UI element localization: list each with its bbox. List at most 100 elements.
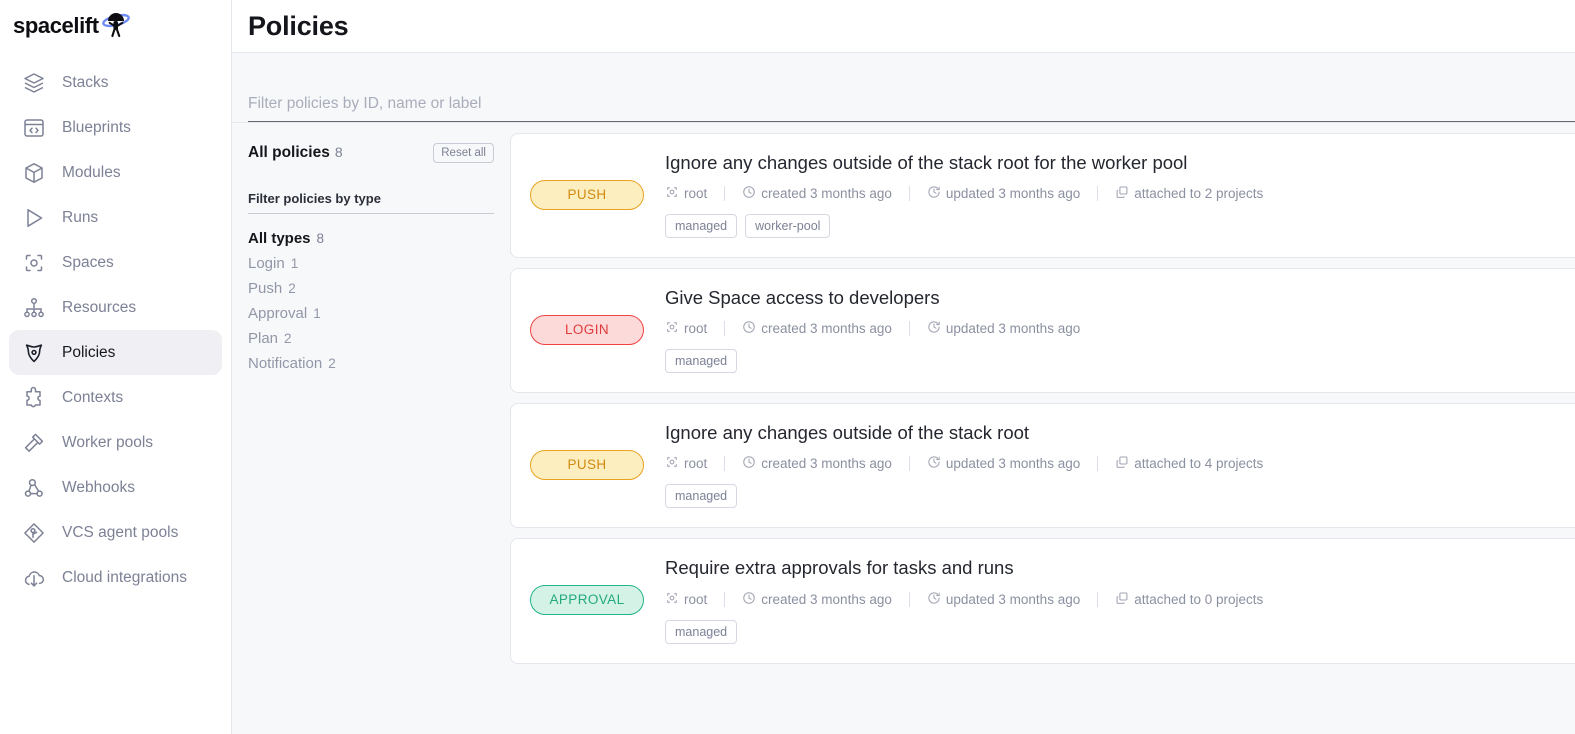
meta-separator: [724, 592, 725, 607]
policy-title[interactable]: Ignore any changes outside of the stack …: [665, 421, 1575, 444]
meta-separator: [1097, 456, 1098, 471]
policy-card[interactable]: APPROVAL Require extra approvals for task…: [510, 538, 1575, 663]
hammer-icon: [21, 430, 47, 456]
app-root: spacelift Stacks: [0, 0, 1575, 734]
stacks-icon: [21, 70, 47, 96]
policy-updated-text: updated 3 months ago: [946, 456, 1080, 471]
sidebar-item-label: Blueprints: [62, 119, 131, 137]
spaces-icon: [21, 250, 47, 276]
sidebar-item-policies[interactable]: Policies: [9, 330, 222, 375]
filter-title: All policies: [248, 144, 330, 161]
policy-tag[interactable]: managed: [665, 214, 737, 238]
clock-icon: [742, 455, 761, 472]
filter-type-label: All types: [248, 230, 311, 247]
policy-created: created 3 months ago: [742, 320, 892, 337]
sidebar-item-resources[interactable]: Resources: [9, 285, 222, 330]
space-target-icon: [665, 320, 684, 337]
content-body: All policies8 Reset all Filter policies …: [232, 123, 1575, 734]
filter-type-label: Approval: [248, 305, 307, 322]
policy-card[interactable]: LOGIN Give Space access to developersroot…: [510, 268, 1575, 393]
filter-type-count: 2: [288, 281, 296, 296]
sidebar-item-contexts[interactable]: Contexts: [9, 375, 222, 420]
all-policies-label: All policies 8: [248, 144, 343, 162]
policy-space-text: root: [684, 456, 707, 471]
policy-tag[interactable]: managed: [665, 349, 737, 373]
policy-created-text: created 3 months ago: [761, 321, 892, 336]
policy-tag[interactable]: managed: [665, 484, 737, 508]
filter-type-approval[interactable]: Approval 1: [248, 301, 494, 326]
astronaut-planet-icon: [97, 11, 131, 41]
policy-updated: updated 3 months ago: [927, 185, 1080, 202]
policy-space: root: [665, 455, 707, 472]
blueprints-icon: [21, 115, 47, 141]
reset-all-button[interactable]: Reset all: [433, 143, 494, 163]
policy-type-badge[interactable]: LOGIN: [530, 315, 644, 345]
sidebar-item-runs[interactable]: Runs: [9, 195, 222, 240]
sidebar-item-label: Runs: [62, 209, 98, 227]
clock-icon: [742, 185, 761, 202]
meta-separator: [724, 186, 725, 201]
search-band: [232, 53, 1575, 123]
policy-type-badge[interactable]: PUSH: [530, 450, 644, 480]
policy-space: root: [665, 185, 707, 202]
clock-icon: [742, 591, 761, 608]
search-input[interactable]: [248, 95, 1575, 122]
sidebar-item-blueprints[interactable]: Blueprints: [9, 105, 222, 150]
sidebar-item-label: Webhooks: [62, 479, 135, 497]
brand-logo[interactable]: spacelift: [0, 4, 231, 48]
policy-title[interactable]: Require extra approvals for tasks and ru…: [665, 556, 1575, 579]
policy-updated-text: updated 3 months ago: [946, 186, 1080, 201]
filter-total-count: 8: [335, 144, 343, 160]
filter-type-label: Login: [248, 255, 285, 272]
policy-tag-list: managed: [665, 349, 1575, 373]
meta-separator: [1097, 186, 1098, 201]
sidebar-item-modules[interactable]: Modules: [9, 150, 222, 195]
filter-type-login[interactable]: Login 1: [248, 251, 494, 276]
policy-created: created 3 months ago: [742, 591, 892, 608]
policy-badge-column: APPROVAL: [530, 556, 665, 643]
policy-tag[interactable]: worker-pool: [745, 214, 830, 238]
policy-attached-projects-text: attached to 0 projects: [1134, 592, 1263, 607]
page-title: Policies: [248, 11, 348, 42]
policy-attached-projects: attached to 4 projects: [1115, 455, 1263, 472]
filter-type-all-types[interactable]: All types 8: [248, 226, 494, 251]
sidebar-item-vcs-agent-pools[interactable]: VCS agent pools: [9, 510, 222, 555]
sidebar-item-stacks[interactable]: Stacks: [9, 60, 222, 105]
space-target-icon: [665, 591, 684, 608]
policy-created: created 3 months ago: [742, 455, 892, 472]
policy-attached-projects-text: attached to 4 projects: [1134, 456, 1263, 471]
sidebar-item-label: VCS agent pools: [62, 524, 178, 542]
vcs-agent-icon: [21, 520, 47, 546]
filter-type-notification[interactable]: Notification 2: [248, 351, 494, 376]
policy-badge-column: PUSH: [530, 421, 665, 508]
policy-title[interactable]: Ignore any changes outside of the stack …: [665, 151, 1575, 174]
policy-title[interactable]: Give Space access to developers: [665, 286, 1575, 309]
policy-created: created 3 months ago: [742, 185, 892, 202]
policy-created-text: created 3 months ago: [761, 592, 892, 607]
policy-created-text: created 3 months ago: [761, 186, 892, 201]
policy-type-badge[interactable]: APPROVAL: [530, 585, 644, 615]
policy-badge-column: PUSH: [530, 151, 665, 238]
clock-refresh-icon: [927, 591, 946, 608]
sidebar-item-cloud-integrations[interactable]: Cloud integrations: [9, 555, 222, 600]
clock-refresh-icon: [927, 455, 946, 472]
filter-panel-header: All policies 8 Reset all: [248, 140, 494, 166]
policy-card-body: Give Space access to developersrootcreat…: [665, 286, 1575, 373]
policy-updated-text: updated 3 months ago: [946, 592, 1080, 607]
policy-updated: updated 3 months ago: [927, 591, 1080, 608]
filter-type-plan[interactable]: Plan 2: [248, 326, 494, 351]
sidebar-item-webhooks[interactable]: Webhooks: [9, 465, 222, 510]
policy-card[interactable]: PUSH Ignore any changes outside of the st…: [510, 133, 1575, 258]
filter-type-push[interactable]: Push 2: [248, 276, 494, 301]
sidebar-item-worker-pools[interactable]: Worker pools: [9, 420, 222, 465]
policy-tag[interactable]: managed: [665, 620, 737, 644]
sidebar-item-spaces[interactable]: Spaces: [9, 240, 222, 285]
filter-type-count: 2: [284, 331, 292, 346]
policy-tag-list: managed: [665, 620, 1575, 644]
policy-attached-projects: attached to 0 projects: [1115, 591, 1263, 608]
policy-updated: updated 3 months ago: [927, 455, 1080, 472]
policy-card[interactable]: PUSH Ignore any changes outside of the st…: [510, 403, 1575, 528]
clock-refresh-icon: [927, 185, 946, 202]
policy-type-badge[interactable]: PUSH: [530, 180, 644, 210]
modules-cube-icon: [21, 160, 47, 186]
